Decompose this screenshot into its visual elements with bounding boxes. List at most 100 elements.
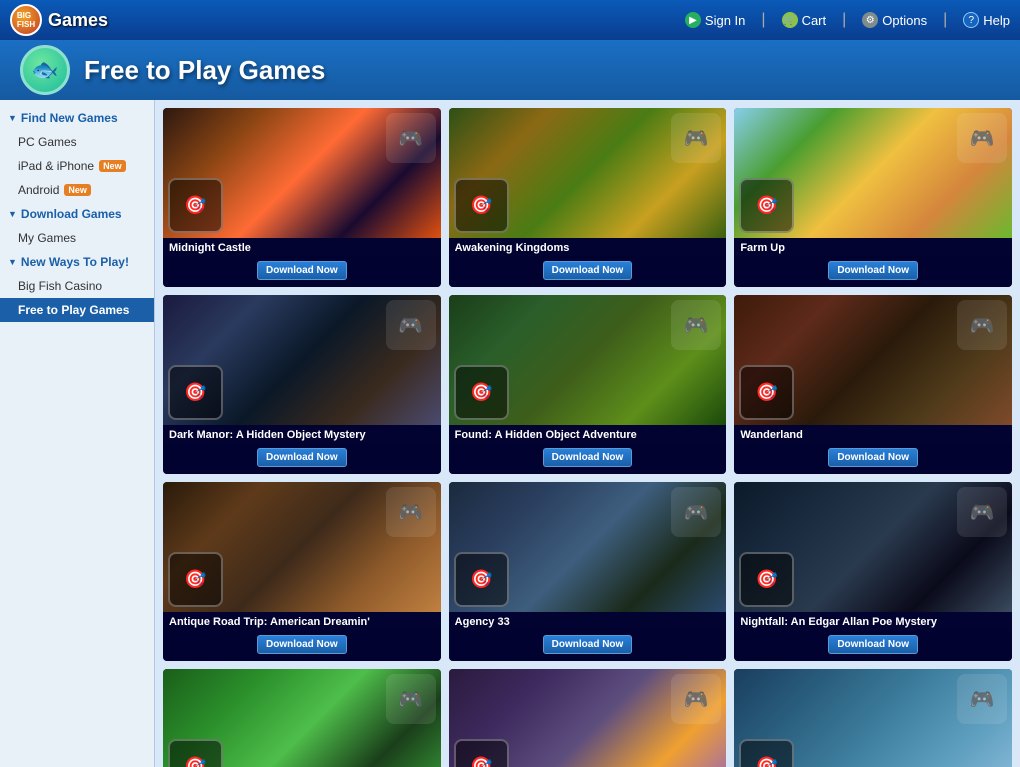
signin-button[interactable]: ▶ Sign In	[685, 12, 745, 28]
game-icon-badge: 🎯	[739, 365, 794, 420]
game-footer-farm-up: Download Now	[734, 256, 1012, 287]
game-art-icon: 🎮	[671, 113, 721, 163]
game-card-awakening-kingdoms[interactable]: 🎮 🎯 Awakening Kingdoms Download Now	[449, 108, 727, 287]
chevron-down-icon: ▼	[8, 209, 17, 219]
game-info-farm-up: Farm Up	[734, 238, 1012, 256]
games-grid: 🎮 🎯 Midnight Castle Download Now 🎮 🎯 Awa…	[163, 108, 1012, 767]
game-footer-midnight-castle: Download Now	[163, 256, 441, 287]
game-icon-badge: 🎯	[168, 365, 223, 420]
sidebar-item-pc-games[interactable]: PC Games	[0, 130, 154, 154]
logo-area: BIGFISH Games	[10, 4, 108, 36]
sidebar-item-free-to-play[interactable]: Free to Play Games	[0, 298, 154, 322]
download-button-agency-33[interactable]: Download Now	[543, 635, 633, 654]
game-card-wanderland[interactable]: 🎮 🎯 Wanderland Download Now	[734, 295, 1012, 474]
game-art-icon: 🎮	[386, 113, 436, 163]
game-art-icon: 🎮	[957, 674, 1007, 724]
content-area: 🎮 🎯 Midnight Castle Download Now 🎮 🎯 Awa…	[155, 100, 1020, 767]
download-button-antique-road-trip[interactable]: Download Now	[257, 635, 347, 654]
game-info-midnight-castle: Midnight Castle	[163, 238, 441, 256]
thumb-bg: 🎮 🎯	[734, 108, 1012, 238]
game-icon-badge: 🎯	[739, 178, 794, 233]
thumb-bg: 🎮 🎯	[734, 482, 1012, 612]
game-art-icon: 🎮	[957, 300, 1007, 350]
game-card-antique-road-trip[interactable]: 🎮 🎯 Antique Road Trip: American Dreamin'…	[163, 482, 441, 661]
thumb-bg: 🎮 🎯	[163, 295, 441, 425]
options-icon: ⚙	[862, 12, 878, 28]
game-card-bush-whacker-2[interactable]: 🎮 🎯 Bush Whacker 2 Download Now	[163, 669, 441, 767]
game-title-antique-road-trip: Antique Road Trip: American Dreamin'	[169, 616, 435, 628]
sidebar-item-big-fish-casino[interactable]: Big Fish Casino	[0, 274, 154, 298]
game-icon-badge: 🎯	[168, 552, 223, 607]
game-thumb-midnight-castle: 🎮 🎯	[163, 108, 441, 238]
page-title: Free to Play Games	[84, 55, 325, 86]
site-title: Games	[48, 10, 108, 31]
download-button-farm-up[interactable]: Download Now	[828, 261, 918, 280]
sidebar-section-download[interactable]: ▼ Download Games	[0, 202, 154, 226]
game-card-found[interactable]: 🎮 🎯 Found: A Hidden Object Adventure Dow…	[449, 295, 727, 474]
game-art-icon: 🎮	[386, 300, 436, 350]
game-footer-dark-manor: Download Now	[163, 443, 441, 474]
help-button[interactable]: ? Help	[963, 12, 1010, 28]
chevron-down-icon: ▼	[8, 257, 17, 267]
game-thumb-relic-rescue: 🎮 🎯	[449, 669, 727, 767]
game-card-dark-manor[interactable]: 🎮 🎯 Dark Manor: A Hidden Object Mystery …	[163, 295, 441, 474]
download-button-awakening-kingdoms[interactable]: Download Now	[543, 261, 633, 280]
thumb-bg: 🎮 🎯	[163, 108, 441, 238]
fish-mascot-icon: 🐟	[20, 45, 70, 95]
game-icon-badge: 🎯	[454, 552, 509, 607]
download-button-nightfall[interactable]: Download Now	[828, 635, 918, 654]
download-button-wanderland[interactable]: Download Now	[828, 448, 918, 467]
game-icon-badge: 🎯	[168, 178, 223, 233]
main-layout: ▼ Find New Games PC Games iPad & iPhone …	[0, 100, 1020, 767]
game-footer-awakening-kingdoms: Download Now	[449, 256, 727, 287]
game-info-found: Found: A Hidden Object Adventure	[449, 425, 727, 443]
game-thumb-awakening-kingdoms: 🎮 🎯	[449, 108, 727, 238]
game-card-midnight-castle[interactable]: 🎮 🎯 Midnight Castle Download Now	[163, 108, 441, 287]
game-icon-badge: 🎯	[739, 552, 794, 607]
game-icon-badge: 🎯	[739, 739, 794, 767]
game-card-relic-rescue[interactable]: 🎮 🎯 Relic Rescue Download Now	[449, 669, 727, 767]
game-icon-badge: 🎯	[168, 739, 223, 767]
thumb-bg: 🎮 🎯	[449, 108, 727, 238]
game-art-icon: 🎮	[671, 300, 721, 350]
game-card-agency-33[interactable]: 🎮 🎯 Agency 33 Download Now	[449, 482, 727, 661]
signin-icon: ▶	[685, 12, 701, 28]
download-button-found[interactable]: Download Now	[543, 448, 633, 467]
game-card-world-mosaics-chroma[interactable]: 🎮 🎯 World Mosaics Chroma Download Now	[734, 669, 1012, 767]
game-thumb-bush-whacker-2: 🎮 🎯	[163, 669, 441, 767]
game-thumb-found: 🎮 🎯	[449, 295, 727, 425]
thumb-bg: 🎮 🎯	[449, 295, 727, 425]
game-title-farm-up: Farm Up	[740, 242, 1006, 254]
game-info-dark-manor: Dark Manor: A Hidden Object Mystery	[163, 425, 441, 443]
help-icon: ?	[963, 12, 979, 28]
sidebar-item-my-games[interactable]: My Games	[0, 226, 154, 250]
game-card-nightfall[interactable]: 🎮 🎯 Nightfall: An Edgar Allan Poe Myster…	[734, 482, 1012, 661]
header: BIGFISH Games ▶ Sign In | 🛒 Cart | ⚙ Opt…	[0, 0, 1020, 40]
game-art-icon: 🎮	[386, 487, 436, 537]
game-info-agency-33: Agency 33	[449, 612, 727, 630]
sidebar-item-android[interactable]: Android New	[0, 178, 154, 202]
game-info-awakening-kingdoms: Awakening Kingdoms	[449, 238, 727, 256]
thumb-bg: 🎮 🎯	[449, 669, 727, 767]
game-info-nightfall: Nightfall: An Edgar Allan Poe Mystery	[734, 612, 1012, 630]
game-footer-agency-33: Download Now	[449, 630, 727, 661]
cart-button[interactable]: 🛒 Cart	[782, 12, 827, 28]
game-thumb-wanderland: 🎮 🎯	[734, 295, 1012, 425]
page-title-bar: 🐟 Free to Play Games	[0, 40, 1020, 100]
game-footer-antique-road-trip: Download Now	[163, 630, 441, 661]
download-button-midnight-castle[interactable]: Download Now	[257, 261, 347, 280]
game-title-dark-manor: Dark Manor: A Hidden Object Mystery	[169, 429, 435, 441]
chevron-down-icon: ▼	[8, 113, 17, 123]
options-button[interactable]: ⚙ Options	[862, 12, 927, 28]
thumb-bg: 🎮 🎯	[163, 482, 441, 612]
game-thumb-antique-road-trip: 🎮 🎯	[163, 482, 441, 612]
sidebar-section-new-ways[interactable]: ▼ New Ways To Play!	[0, 250, 154, 274]
game-card-farm-up[interactable]: 🎮 🎯 Farm Up Download Now	[734, 108, 1012, 287]
sidebar-item-ipad-iphone[interactable]: iPad & iPhone New	[0, 154, 154, 178]
game-art-icon: 🎮	[386, 674, 436, 724]
download-button-dark-manor[interactable]: Download Now	[257, 448, 347, 467]
game-title-wanderland: Wanderland	[740, 429, 1006, 441]
game-thumb-dark-manor: 🎮 🎯	[163, 295, 441, 425]
sidebar-section-find-new[interactable]: ▼ Find New Games	[0, 106, 154, 130]
game-footer-wanderland: Download Now	[734, 443, 1012, 474]
